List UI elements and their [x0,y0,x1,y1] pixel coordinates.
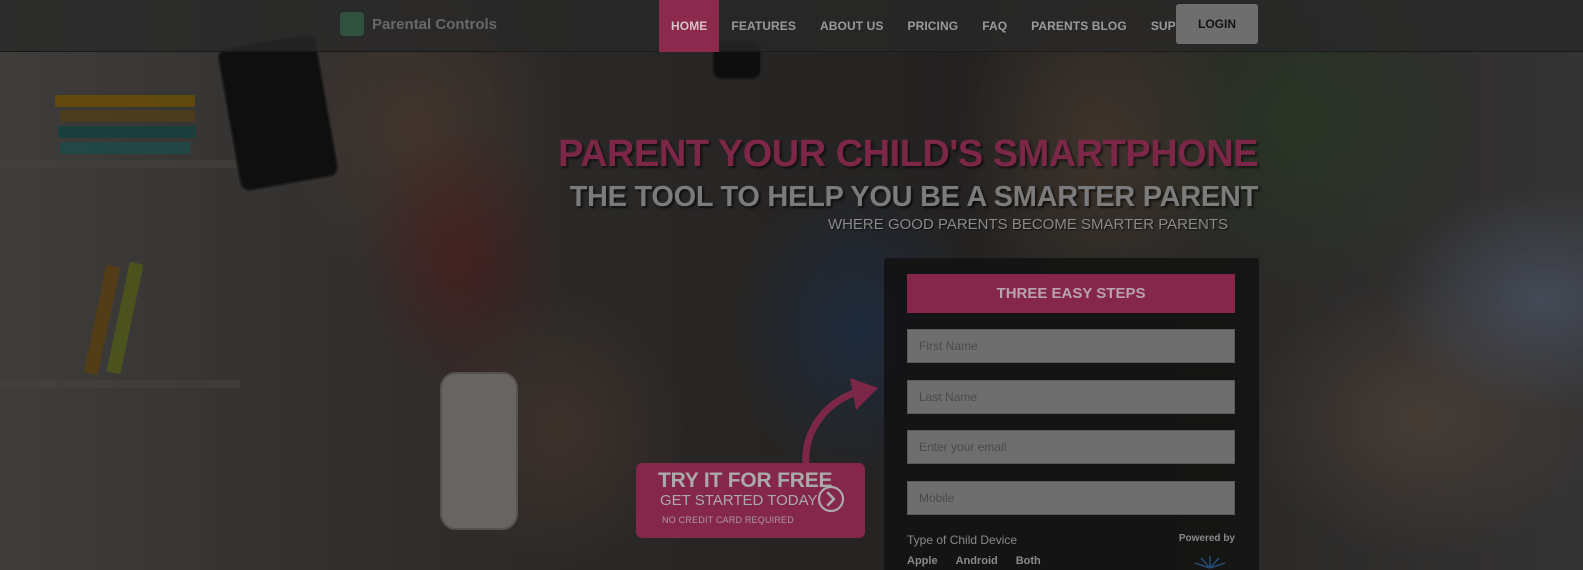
powered-by-logo-icon [1194,556,1226,569]
phone-image [440,372,518,530]
nav-item-home[interactable]: HOME [659,0,720,52]
login-button[interactable]: LOGIN [1176,4,1258,44]
device-type-label: Type of Child Device [907,533,1018,547]
book [106,261,144,375]
cta-subtitle: GET STARTED TODAY [660,492,818,509]
form-header: THREE EASY STEPS [907,274,1235,313]
cta-title: TRY IT FOR FREE [658,469,833,492]
device-type-options: Apple Android Both [907,555,1041,567]
powered-by-label: Powered by [1178,533,1235,544]
book [58,126,196,138]
logo-icon [340,12,364,36]
chevron-right-circle-icon [817,485,845,513]
top-navbar: Parental Controls HOME FEATURES ABOUT US… [0,0,1583,52]
nav-item-pricing[interactable]: PRICING [895,0,970,52]
logo-text: Parental Controls [372,15,498,33]
device-option-apple[interactable]: Apple [907,555,938,567]
cta-note: NO CREDIT CARD REQUIRED [662,515,794,525]
book [55,95,195,107]
main-nav: HOME FEATURES ABOUT US PRICING FAQ PAREN… [659,0,1222,52]
book [83,264,121,376]
nav-item-parents-blog[interactable]: PARENTS BLOG [1019,0,1139,52]
bookshelf [0,160,240,168]
site-logo[interactable]: Parental Controls [340,8,530,40]
email-field[interactable] [907,430,1235,464]
nav-item-about-us[interactable]: ABOUT US [808,0,895,52]
curved-arrow-icon [802,378,878,469]
mobile-field[interactable] [907,481,1235,515]
device-option-both[interactable]: Both [1016,555,1041,567]
hero-tagline: WHERE GOOD PARENTS BECOME SMARTER PARENT… [827,216,1228,233]
hero-headline: PARENT YOUR CHILD'S SMARTPHONE [558,133,1258,175]
book [60,142,190,154]
nav-item-faq[interactable]: FAQ [970,0,1019,52]
nav-item-features[interactable]: FEATURES [719,0,808,52]
hero-subhead: THE TOOL TO HELP YOU BE A SMARTER PARENT [569,181,1259,213]
phone-image [216,32,340,193]
book [60,110,195,122]
bookshelf [0,380,240,388]
device-option-android[interactable]: Android [956,555,998,567]
signup-form-panel: THREE EASY STEPS Type of Child Device Ap… [884,258,1259,570]
last-name-field[interactable] [907,380,1235,414]
first-name-field[interactable] [907,329,1235,363]
try-free-button[interactable]: TRY IT FOR FREE GET STARTED TODAY NO CRE… [636,463,865,538]
